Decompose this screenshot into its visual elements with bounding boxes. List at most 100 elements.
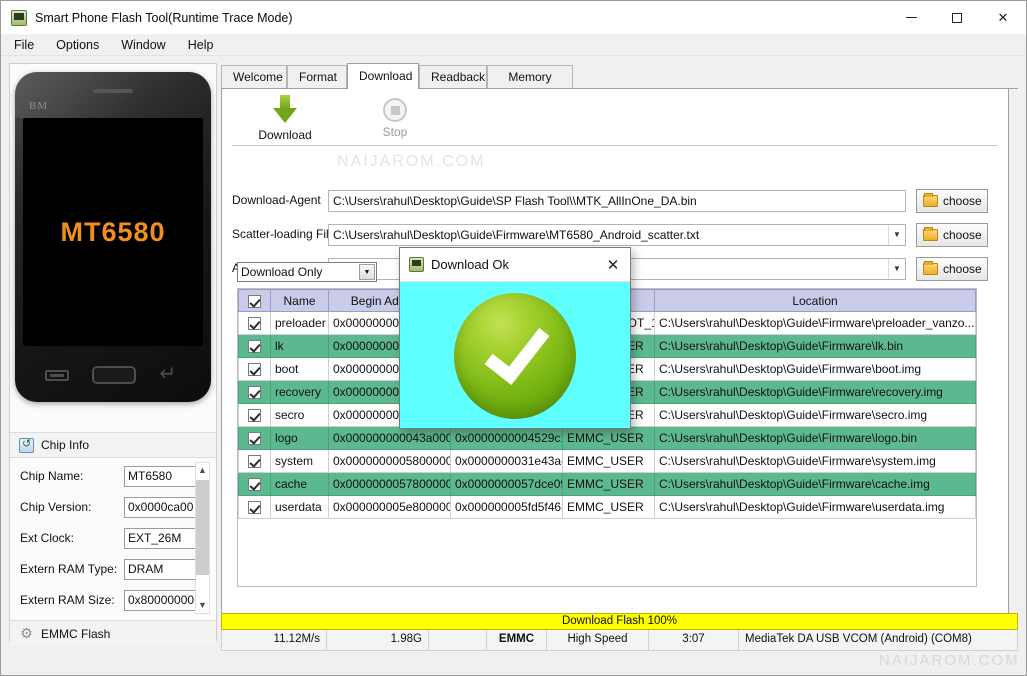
dialog-body [400,282,630,429]
row-end: 0x0000000004529c13 [450,426,563,450]
download-arrow-icon [272,95,298,125]
phone-preview: BM MT6580 ↵ [10,64,216,432]
row-checkbox[interactable] [238,403,271,427]
folder-icon [923,193,938,207]
checkbox-icon[interactable] [248,386,261,400]
download-agent-choose-button[interactable]: choose [916,189,988,213]
checkbox-icon[interactable] [248,455,261,469]
stop-button[interactable]: Stop [356,95,434,139]
row-checkbox[interactable] [238,495,271,519]
stop-icon [383,98,407,122]
gear-icon: ⚙ [20,625,33,641]
tab-strip: Welcome Format Download Readback Memory … [221,63,1018,107]
table-row[interactable]: logo 0x000000000043a0000 0x0000000004529… [238,426,976,450]
checkbox-icon[interactable] [248,432,261,446]
extern-ram-type-value[interactable]: DRAM [124,558,196,580]
chip-field-chip-version: Chip Version: 0x0000ca00 [10,494,216,520]
row-begin: 0x000000000043a0000 [328,426,451,450]
scatter-file-choose-button[interactable]: choose [916,223,988,247]
stop-button-label: Stop [382,125,408,139]
scatter-file-label: Scatter-loading File [232,227,336,241]
row-checkbox[interactable] [238,449,271,473]
download-mode-value: Download Only [241,265,323,279]
scatter-file-row: Scatter-loading File C:\Users\rahul\Desk… [232,223,998,247]
scroll-up-icon[interactable]: ▲ [196,463,209,478]
phone-chip-label: MT6580 [60,216,166,247]
checkbox-icon[interactable] [248,409,261,423]
row-location: C:\Users\rahul\Desktop\Guide\Firmware\us… [654,495,976,519]
tab-readback[interactable]: Readback [419,65,487,89]
tab-underline [221,88,1018,89]
auth-file-dropdown-icon[interactable]: ▼ [888,259,905,279]
title-bar: Smart Phone Flash Tool(Runtime Trace Mod… [1,1,1026,34]
phone-graphic: BM MT6580 ↵ [15,72,211,402]
header-select-all-checkbox[interactable] [238,289,271,312]
scatter-file-input[interactable]: C:\Users\rahul\Desktop\Guide\Firmware\MT… [328,224,906,246]
checkbox-icon[interactable] [248,478,261,492]
extern-ram-size-value[interactable]: 0x80000000 [124,589,196,611]
maximize-button[interactable] [934,1,980,34]
minimize-button[interactable] [888,1,934,34]
row-checkbox[interactable] [238,334,271,358]
menu-window[interactable]: Window [112,36,174,54]
close-button[interactable]: ✕ [980,1,1026,34]
phone-nav-buttons: ↵ [15,362,211,388]
row-name: system [270,449,329,473]
extern-ram-type-label: Extern RAM Type: [20,562,118,576]
download-mode-select[interactable]: Download Only ▼ [237,262,377,282]
phone-brand-label: BM [29,100,49,112]
row-checkbox[interactable] [238,380,271,404]
auth-file-choose-button[interactable]: choose [916,257,988,281]
tab-welcome[interactable]: Welcome [221,65,287,89]
scrollbar-thumb[interactable] [196,480,209,575]
scatter-file-dropdown-icon[interactable]: ▼ [888,225,905,245]
checkbox-icon[interactable] [248,317,261,331]
dialog-close-button[interactable]: ✕ [596,248,630,282]
menu-file[interactable]: File [5,36,43,54]
chip-name-value[interactable]: MT6580 [124,465,196,487]
checkbox-icon[interactable] [248,501,261,515]
progress-label: Download Flash 100% [561,615,678,627]
chip-info-scrollbar[interactable]: ▲ ▼ [195,462,210,614]
header-name[interactable]: Name [270,289,329,312]
menu-help[interactable]: Help [179,36,223,54]
folder-icon [923,261,938,275]
chip-version-value[interactable]: 0x0000ca00 [124,496,196,518]
row-checkbox[interactable] [238,472,271,496]
table-row[interactable]: system 0x0000000005800000 0x0000000031e4… [238,449,976,473]
menu-options[interactable]: Options [47,36,108,54]
menu-bar: File Options Window Help [1,34,1026,56]
extern-ram-size-label: Extern RAM Size: [20,593,115,607]
table-row[interactable]: userdata 0x000000005e800000 0x000000005f… [238,495,976,519]
checkbox-icon[interactable] [248,340,261,354]
row-region: EMMC_USER [562,472,655,496]
row-checkbox[interactable] [238,311,271,335]
checkbox-icon[interactable] [248,363,261,377]
row-checkbox[interactable] [238,357,271,381]
row-checkbox[interactable] [238,426,271,450]
watermark-bottom: NAIJAROM.COM [879,652,1020,669]
scroll-down-icon[interactable]: ▼ [196,598,209,613]
download-agent-input[interactable]: C:\Users\rahul\Desktop\Guide\SP Flash To… [328,190,906,212]
download-agent-row: Download-Agent C:\Users\rahul\Desktop\Gu… [232,189,998,213]
download-agent-label: Download-Agent [232,193,321,207]
row-region: EMMC_USER [562,495,655,519]
checkmark-icon [484,314,550,385]
flash-tool-icon [409,257,424,272]
table-row[interactable]: cache 0x0000000057800000 0x0000000057dce… [238,472,976,496]
row-name: userdata [270,495,329,519]
header-location[interactable]: Location [654,289,976,312]
tab-format[interactable]: Format [287,65,347,89]
row-begin: 0x0000000057800000 [328,472,451,496]
tab-download[interactable]: Download [347,63,419,89]
ext-clock-value[interactable]: EXT_26M [124,527,196,549]
emmc-flash-header[interactable]: ⚙ EMMC Flash [10,620,216,646]
chevron-down-icon[interactable]: ▼ [359,264,375,280]
row-location: C:\Users\rahul\Desktop\Guide\Firmware\sy… [654,449,976,473]
row-location: C:\Users\rahul\Desktop\Guide\Firmware\se… [654,403,976,427]
checkbox-icon[interactable] [248,294,261,308]
row-name: logo [270,426,329,450]
download-button[interactable]: Download [246,95,324,142]
tab-memory-test[interactable]: Memory Test [487,65,573,107]
download-ok-dialog: Download Ok ✕ [399,247,631,429]
